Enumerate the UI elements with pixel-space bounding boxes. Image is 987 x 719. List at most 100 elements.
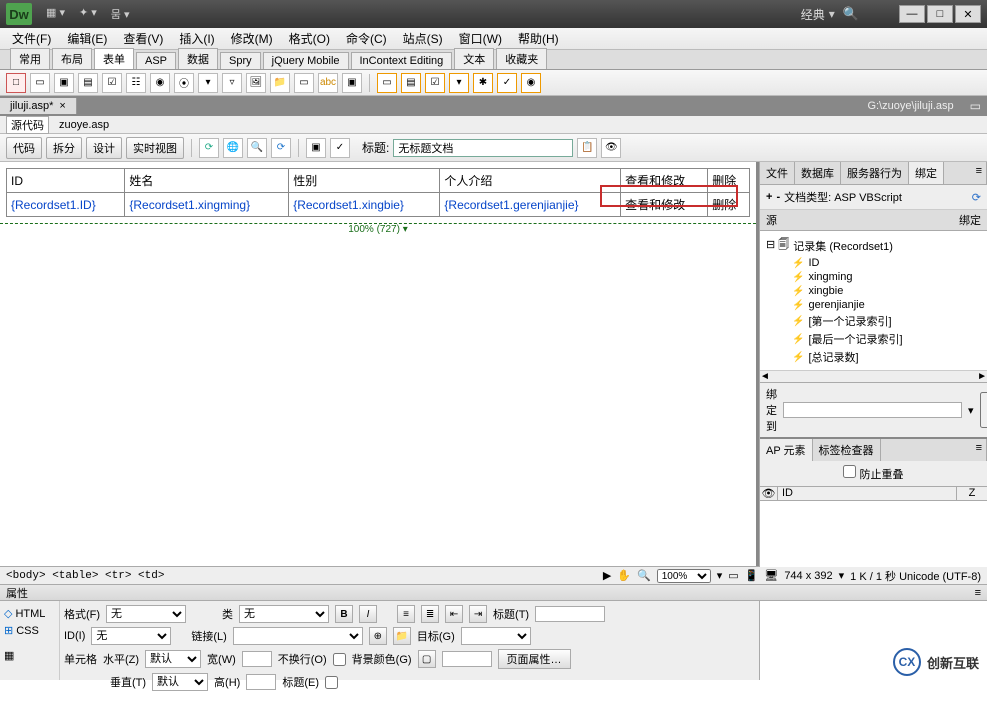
tab-jquery[interactable]: jQuery Mobile: [263, 52, 349, 69]
prevent-overlap-checkbox[interactable]: [843, 465, 856, 478]
tab-text[interactable]: 文本: [454, 48, 494, 69]
target-select[interactable]: [461, 627, 531, 645]
radiogroup-icon[interactable]: ⦿: [174, 73, 194, 93]
tab-ice[interactable]: InContext Editing: [351, 52, 453, 69]
bgcolor-input[interactable]: [442, 651, 492, 667]
tab-common[interactable]: 常用: [10, 48, 50, 69]
tab-form[interactable]: 表单: [94, 48, 134, 69]
spry-password-icon[interactable]: ✱: [473, 73, 493, 93]
textfield-icon[interactable]: ▭: [30, 73, 50, 93]
filemanage-icon[interactable]: 📋: [577, 138, 597, 158]
props-html-tab[interactable]: ◇HTML: [4, 605, 55, 622]
tag-inspector-tab[interactable]: 标签检查器: [813, 439, 881, 461]
close-tab-icon[interactable]: ×: [59, 100, 65, 112]
field-last[interactable]: [最后一个记录索引]: [808, 331, 902, 347]
select-icon[interactable]: ▾: [198, 73, 218, 93]
radio-icon[interactable]: ◉: [150, 73, 170, 93]
jumpmenu-icon[interactable]: ▿: [222, 73, 242, 93]
check-icon[interactable]: ✓: [330, 138, 350, 158]
preview-icon[interactable]: 👁: [601, 138, 621, 158]
visual-icon[interactable]: ▣: [306, 138, 326, 158]
checkboxgroup-icon[interactable]: ☷: [126, 73, 146, 93]
bold-button[interactable]: B: [335, 605, 353, 623]
vert-select[interactable]: 默认: [152, 673, 208, 691]
tab-layout[interactable]: 布局: [52, 48, 92, 69]
tab-data[interactable]: 数据: [178, 48, 218, 69]
button-icon[interactable]: ▭: [294, 73, 314, 93]
screen-icon[interactable]: 🖥: [764, 569, 778, 582]
th-delete[interactable]: 删除: [708, 169, 750, 193]
minimize-button[interactable]: —: [899, 5, 925, 23]
cell-icon[interactable]: ▦: [4, 647, 55, 664]
td-edit[interactable]: 查看和修改: [621, 193, 708, 217]
menu-window[interactable]: 窗口(W): [451, 30, 510, 47]
th-intro[interactable]: 个人介绍: [440, 169, 621, 193]
design-view[interactable]: ID 姓名 性别 个人介绍 查看和修改 删除 {Recordset1.ID} {…: [0, 162, 759, 566]
tab-fav[interactable]: 收藏夹: [496, 48, 547, 69]
spry-textarea-icon[interactable]: ▤: [401, 73, 421, 93]
link-select[interactable]: [233, 627, 363, 645]
field-gerenjianjie[interactable]: gerenjianjie: [808, 299, 864, 311]
td-name[interactable]: {Recordset1.xingming}: [125, 193, 289, 217]
close-button[interactable]: ✕: [955, 5, 981, 23]
workspace-switcher[interactable]: 经典: [801, 6, 825, 23]
bgcolor-swatch[interactable]: ▢: [418, 650, 436, 668]
page-props-button[interactable]: 页面属性…: [498, 649, 571, 669]
spry-checkbox-icon[interactable]: ☑: [425, 73, 445, 93]
horiz-select[interactable]: 默认: [145, 650, 201, 668]
livecode-icon[interactable]: ⟳: [199, 138, 219, 158]
view-split-button[interactable]: 拆分: [46, 137, 82, 159]
props-css-tab[interactable]: ⊞CSS: [4, 622, 55, 639]
site-icon[interactable]: 뭄 ▾: [111, 6, 130, 22]
doc-menu-icon[interactable]: ▭: [964, 99, 987, 113]
menu-view[interactable]: 查看(V): [115, 30, 171, 47]
recordset-node[interactable]: 记录集 (Recordset1): [793, 238, 893, 254]
zoom-icon[interactable]: 🔍: [637, 569, 651, 582]
field-xingbie[interactable]: xingbie: [808, 285, 843, 297]
ap-list[interactable]: [760, 501, 987, 567]
td-id[interactable]: {Recordset1.ID}: [7, 193, 125, 217]
th-edit[interactable]: 查看和修改: [621, 169, 708, 193]
td-intro[interactable]: {Recordset1.gerenjianjie}: [440, 193, 621, 217]
hidden-icon[interactable]: ▣: [54, 73, 74, 93]
inspect-icon[interactable]: 🔍: [247, 138, 267, 158]
menu-site[interactable]: 站点(S): [395, 30, 451, 47]
menu-edit[interactable]: 编辑(E): [59, 30, 115, 47]
bindto-input[interactable]: [783, 402, 962, 418]
tab-asp[interactable]: ASP: [136, 52, 176, 69]
tab-spry[interactable]: Spry: [220, 52, 261, 69]
title-input2[interactable]: [535, 606, 605, 622]
props-menu-icon[interactable]: ≡: [975, 587, 981, 599]
device-icon[interactable]: 📱: [745, 569, 759, 582]
bindings-tree[interactable]: ⊟ 🗐记录集 (Recordset1) ⚡ID ⚡xingming ⚡xingb…: [760, 231, 987, 370]
add-binding-icon[interactable]: +: [766, 191, 772, 203]
menu-command[interactable]: 命令(C): [338, 30, 395, 47]
panel-tab-bindings[interactable]: 绑定: [909, 162, 944, 184]
th-name[interactable]: 姓名: [125, 169, 289, 193]
spry-radio-icon[interactable]: ◉: [521, 73, 541, 93]
th-id[interactable]: ID: [7, 169, 125, 193]
pointer-icon[interactable]: ▶: [603, 569, 611, 582]
panel-tab-server[interactable]: 服务器行为: [841, 162, 909, 184]
document-tab[interactable]: jiluji.asp* ×: [0, 98, 77, 114]
view-live-button[interactable]: 实时视图: [126, 137, 184, 159]
remove-binding-icon[interactable]: -: [776, 191, 780, 203]
data-table[interactable]: ID 姓名 性别 个人介绍 查看和修改 删除 {Recordset1.ID} {…: [6, 168, 750, 217]
italic-button[interactable]: I: [359, 605, 377, 623]
imagefield-icon[interactable]: 🖼: [246, 73, 266, 93]
indent-button[interactable]: ⇥: [469, 605, 487, 623]
ap-menu-icon[interactable]: ≡: [881, 439, 987, 461]
title-input[interactable]: [393, 139, 573, 157]
spry-confirm-icon[interactable]: ✓: [497, 73, 517, 93]
id-select[interactable]: 无: [91, 627, 171, 645]
nowrap-checkbox[interactable]: [333, 653, 346, 666]
search-icon[interactable]: 🔍: [843, 6, 859, 22]
layout-icon[interactable]: ▦ ▾: [46, 6, 65, 22]
td-gender[interactable]: {Recordset1.xingbie}: [289, 193, 440, 217]
header-checkbox[interactable]: [325, 676, 338, 689]
refresh-icon[interactable]: ⟳: [271, 138, 291, 158]
field-total[interactable]: [总记录数]: [808, 349, 858, 365]
th-gender[interactable]: 性别: [289, 169, 440, 193]
spry-textfield-icon[interactable]: ▭: [377, 73, 397, 93]
checkbox-icon[interactable]: ☑: [102, 73, 122, 93]
